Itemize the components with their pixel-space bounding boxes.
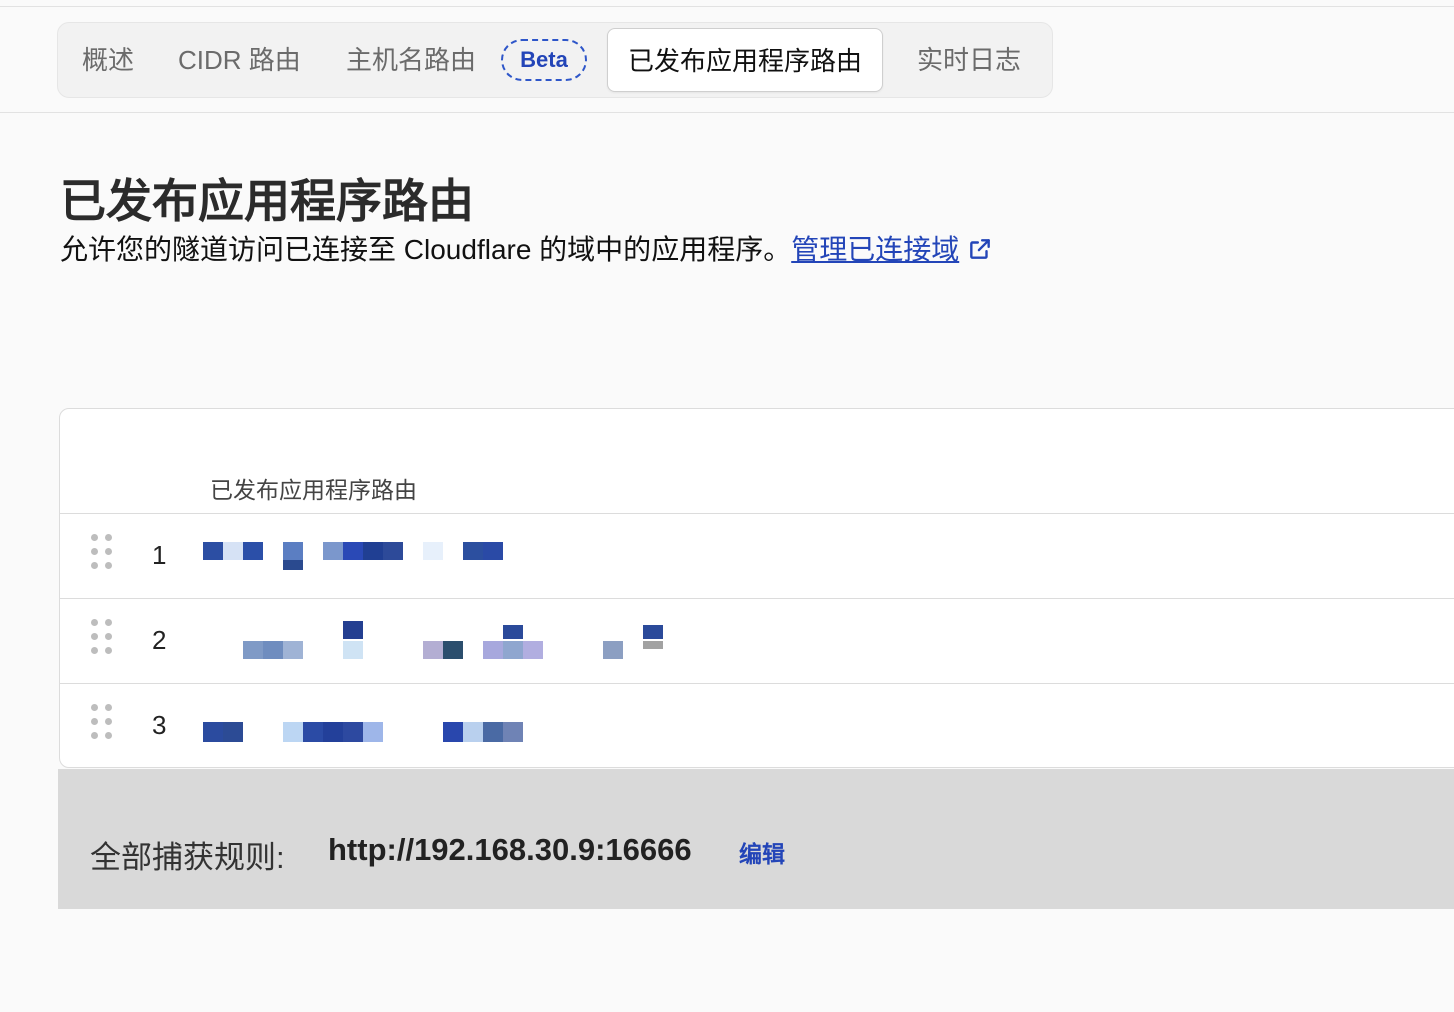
tab-divider [0,112,1454,113]
catch-all-label: 全部捕获规则: [90,840,285,875]
row-index: 2 [152,625,167,655]
table-row[interactable]: 1 [60,513,1454,598]
tab-hostname-routes[interactable]: 主机名路由 [346,23,476,97]
row-index: 1 [152,540,167,570]
catch-all-value: http://192.168.30.9:16666 [328,832,692,867]
tab-bar: 概述 CIDR 路由 主机名路由 Beta 已发布应用程序路由 实时日志 [57,22,1053,98]
page-title: 已发布应用程序路由 [60,175,474,227]
page-description: 允许您的隧道访问已连接至 Cloudflare 的域中的应用程序。管理已连接域 [60,228,993,269]
tab-cidr-routes[interactable]: CIDR 路由 [178,23,301,97]
drag-handle-icon[interactable] [91,534,113,576]
table-row[interactable]: 2 [60,598,1454,683]
redacted-hostname [203,621,673,661]
manage-domains-link[interactable]: 管理已连接域 [791,234,959,265]
row-index: 3 [152,710,167,740]
redacted-hostname [203,706,533,746]
tab-live-logs[interactable]: 实时日志 [917,23,1021,97]
description-text: 允许您的隧道访问已连接至 Cloudflare 的域中的应用程序。 [60,234,792,265]
drag-handle-icon[interactable] [91,704,113,746]
redacted-hostname [203,536,503,576]
tab-overview[interactable]: 概述 [82,23,134,97]
column-header: 已发布应用程序路由 [210,477,417,503]
beta-badge: Beta [501,39,587,81]
external-link-icon[interactable] [967,236,993,269]
catch-all-edit-link[interactable]: 编辑 [739,835,785,869]
top-divider [0,6,1454,7]
catch-all-rule: 全部捕获规则: http://192.168.30.9:16666 编辑 [58,769,1454,909]
tab-published-app-routes[interactable]: 已发布应用程序路由 [607,28,884,92]
routes-table: 已发布应用程序路由 1 2 3 [59,408,1454,768]
table-row[interactable]: 3 [60,683,1454,768]
drag-handle-icon[interactable] [91,619,113,661]
